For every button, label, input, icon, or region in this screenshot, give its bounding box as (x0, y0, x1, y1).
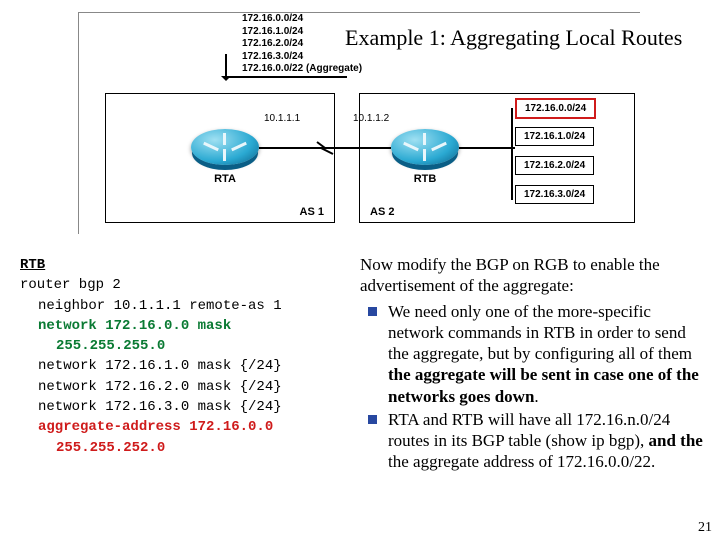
local-route-2: 172.16.2.0/24 (242, 38, 362, 51)
cfg-line-neighbor: neighbor 10.1.1.1 remote-as 1 (20, 296, 350, 316)
local-route-0: 172.16.0.0/24 (242, 13, 362, 26)
rtb-net-0: 172.16.0.0/24 (515, 98, 596, 119)
rtb-net-1: 172.16.1.0/24 (515, 127, 594, 146)
cfg-line-aggregate-mask: 255.255.252.0 (20, 438, 350, 458)
bullet-1b: the aggregate will be sent in case one o… (388, 365, 699, 405)
bullet-2b: and the (649, 431, 703, 450)
router-rtb-label: RTB (391, 173, 459, 185)
network-diagram: 172.16.0.0/24 172.16.1.0/24 172.16.2.0/2… (78, 12, 640, 234)
cfg-line-net3: network 172.16.3.0 mask {/24} (20, 397, 350, 417)
bullet-2c: the aggregate address of 172.16.0.0/22. (388, 452, 655, 471)
cfg-line-net2: network 172.16.2.0 mask {/24} (20, 377, 350, 397)
rtb-interface-ip: 10.1.1.2 (353, 113, 389, 124)
bullet-2a: RTA and RTB will have all 172.16.n.0/24 … (388, 410, 670, 450)
local-route-3: 172.16.3.0/24 (242, 51, 362, 64)
rtb-net-2: 172.16.2.0/24 (515, 156, 594, 175)
explanation-text: Now modify the BGP on RGB to enable the … (360, 254, 710, 473)
aggregate-arrow-icon (227, 76, 347, 78)
rtb-lan-tee (511, 108, 513, 200)
local-route-aggregate: 172.16.0.0/22 (Aggregate) (242, 63, 362, 76)
rtb-lan-line (459, 147, 515, 149)
as1-label: AS 1 (300, 206, 324, 218)
page-number: 21 (698, 520, 712, 536)
cfg-line-net1: network 172.16.1.0 mask {/24} (20, 356, 350, 376)
config-header: RTB (20, 255, 350, 275)
rta-interface-ip: 10.1.1.1 (264, 113, 300, 124)
router-rta-label: RTA (191, 173, 259, 185)
cfg-line-router: router bgp 2 (20, 275, 350, 295)
cfg-line-net0-mask: 255.255.255.0 (20, 336, 350, 356)
router-rtb-icon: RTB (391, 129, 459, 165)
bullet-1c: . (534, 387, 538, 406)
router-rta-icon: RTA (191, 129, 259, 165)
as2-label: AS 2 (370, 206, 394, 218)
local-routes-list: 172.16.0.0/24 172.16.1.0/24 172.16.2.0/2… (242, 13, 362, 76)
local-route-1: 172.16.1.0/24 (242, 26, 362, 39)
lead-text: Now modify the BGP on RGB to enable the … (360, 254, 710, 297)
bullet-2: RTA and RTB will have all 172.16.n.0/24 … (360, 409, 710, 473)
bgp-config-block: RTB router bgp 2 neighbor 10.1.1.1 remot… (20, 255, 350, 458)
rtb-net-3: 172.16.3.0/24 (515, 185, 594, 204)
bullet-1: We need only one of the more-specific ne… (360, 301, 710, 407)
cfg-line-net0: network 172.16.0.0 mask (20, 316, 350, 336)
lightning-icon (315, 140, 335, 156)
wan-link (259, 147, 391, 149)
cfg-line-aggregate: aggregate-address 172.16.0.0 (20, 417, 350, 437)
bullet-1a: We need only one of the more-specific ne… (388, 302, 692, 364)
